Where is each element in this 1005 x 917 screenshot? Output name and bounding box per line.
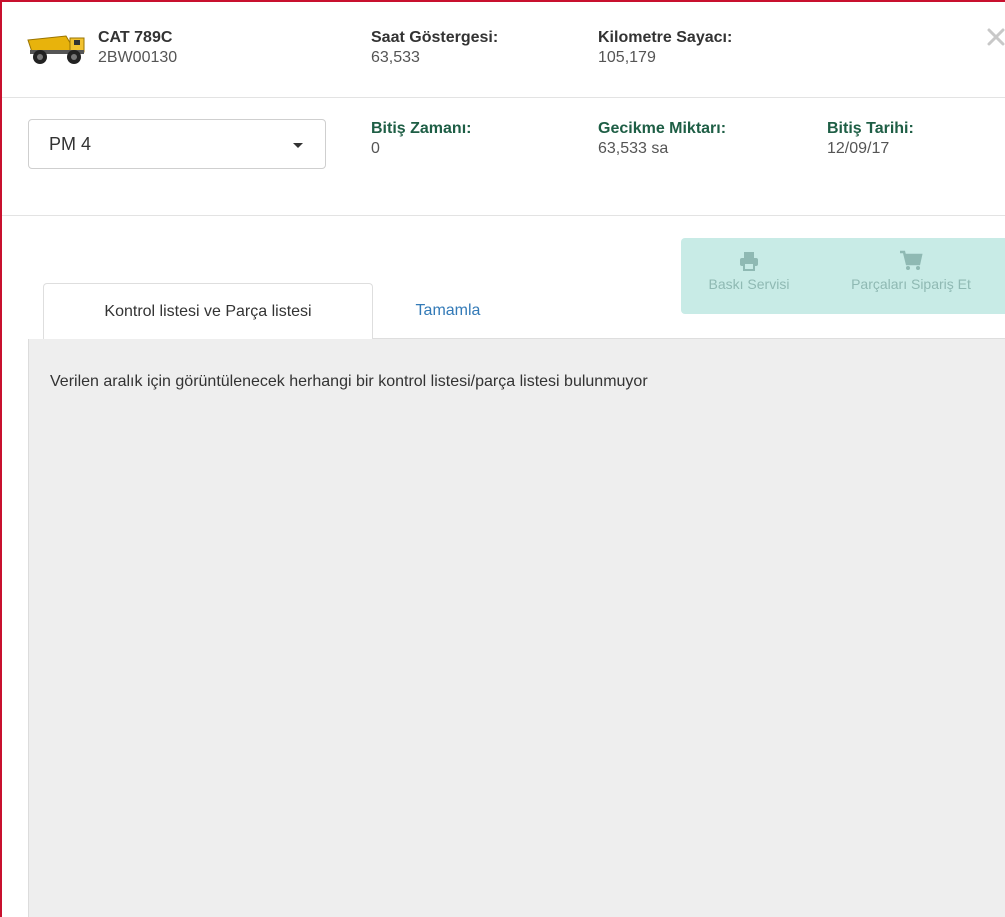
odometer: Kilometre Sayacı: 105,179 bbox=[598, 28, 732, 68]
odometer-label: Kilometre Sayacı: bbox=[598, 29, 733, 46]
order-parts-label: Parçaları Sipariş Et bbox=[851, 276, 971, 292]
checklist-panel: Verilen aralık için görüntülenecek herha… bbox=[28, 339, 1005, 917]
shopping-cart-icon bbox=[900, 250, 923, 270]
dialog-frame: CAT 789C 2BW00130 Saat Göstergesi: 63,53… bbox=[0, 0, 1005, 917]
printer-icon bbox=[740, 252, 758, 271]
end-date-value: 12/09/17 bbox=[827, 140, 890, 157]
hour-meter: Saat Göstergesi: 63,533 bbox=[371, 28, 498, 68]
machine-serial: 2BW00130 bbox=[98, 49, 178, 66]
interval-select[interactable]: PM 4 bbox=[28, 119, 326, 169]
hour-meter-label: Saat Göstergesi: bbox=[371, 29, 499, 46]
order-parts-button[interactable]: Parçaları Sipariş Et bbox=[823, 238, 999, 314]
chevron-down-icon bbox=[293, 143, 303, 148]
interval-select-value: PM 4 bbox=[49, 134, 92, 154]
end-time: Bitiş Zamanı: 0 bbox=[371, 119, 471, 159]
machine-header: CAT 789C 2BW00130 Saat Göstergesi: 63,53… bbox=[2, 2, 1005, 98]
delay-value: 63,533 sa bbox=[598, 140, 669, 157]
empty-state-message: Verilen aralık için görüntülenecek herha… bbox=[50, 373, 648, 390]
end-date: Bitiş Tarihi: 12/09/17 bbox=[827, 119, 914, 159]
action-bar: Baskı Servisi Parçaları Sipariş Et bbox=[681, 238, 1005, 314]
tab-checklist-parts[interactable]: Kontrol listesi ve Parça listesi bbox=[43, 283, 373, 339]
odometer-value: 105,179 bbox=[598, 49, 656, 66]
end-date-label: Bitiş Tarihi: bbox=[827, 120, 914, 137]
delay-label: Gecikme Miktarı: bbox=[598, 120, 727, 137]
end-time-value: 0 bbox=[371, 140, 380, 157]
machine-model: CAT 789C bbox=[98, 29, 173, 46]
tab-complete[interactable]: Tamamla bbox=[373, 283, 523, 339]
close-icon[interactable] bbox=[985, 26, 1005, 50]
print-service-button[interactable]: Baskı Servisi bbox=[693, 238, 805, 314]
end-time-label: Bitiş Zamanı: bbox=[371, 120, 472, 137]
hour-meter-value: 63,533 bbox=[371, 49, 420, 66]
interval-row: PM 4 Bitiş Zamanı: 0 Gecikme Miktarı: 63… bbox=[2, 97, 1005, 216]
mining-truck-icon bbox=[27, 35, 85, 64]
machine-info: CAT 789C 2BW00130 bbox=[98, 28, 177, 68]
delay-amount: Gecikme Miktarı: 63,533 sa bbox=[598, 119, 726, 159]
print-service-label: Baskı Servisi bbox=[708, 276, 790, 292]
